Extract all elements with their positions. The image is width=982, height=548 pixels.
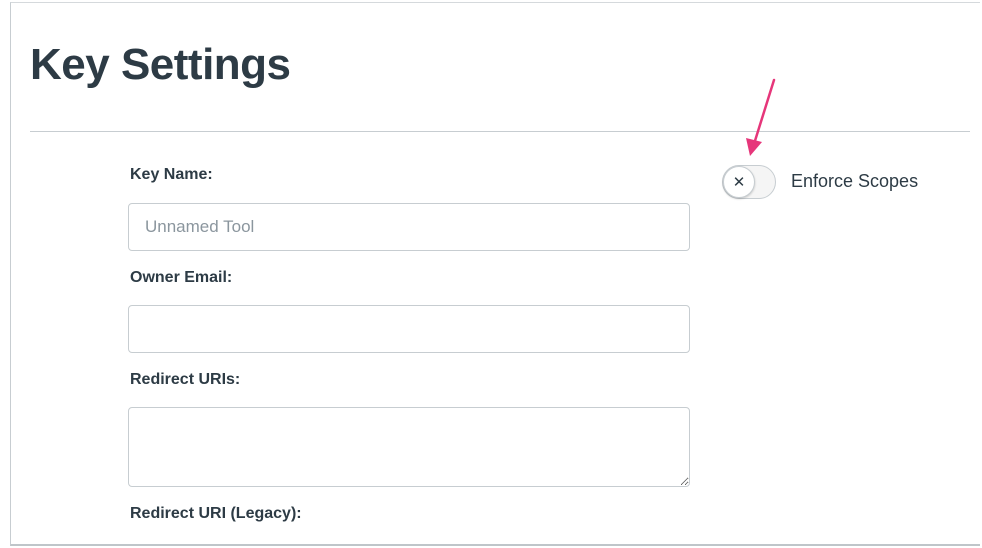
page-title: Key Settings xyxy=(30,40,291,89)
key-name-label: Key Name: xyxy=(130,166,213,183)
enforce-scopes-label: Enforce Scopes xyxy=(791,171,919,191)
redirect-uris-label: Redirect URIs: xyxy=(130,371,241,388)
close-icon: ✕ xyxy=(723,166,755,198)
arrow-down-icon xyxy=(746,78,776,156)
redirect-uri-legacy-label: Redirect URI (Legacy): xyxy=(130,505,302,522)
key-name-input[interactable] xyxy=(128,203,690,251)
owner-email-label: Owner Email: xyxy=(130,269,233,286)
title-divider xyxy=(30,131,970,132)
redirect-uris-textarea[interactable] xyxy=(128,407,690,487)
owner-email-input[interactable] xyxy=(128,305,690,353)
enforce-scopes-toggle[interactable]: ✕ xyxy=(722,165,776,199)
